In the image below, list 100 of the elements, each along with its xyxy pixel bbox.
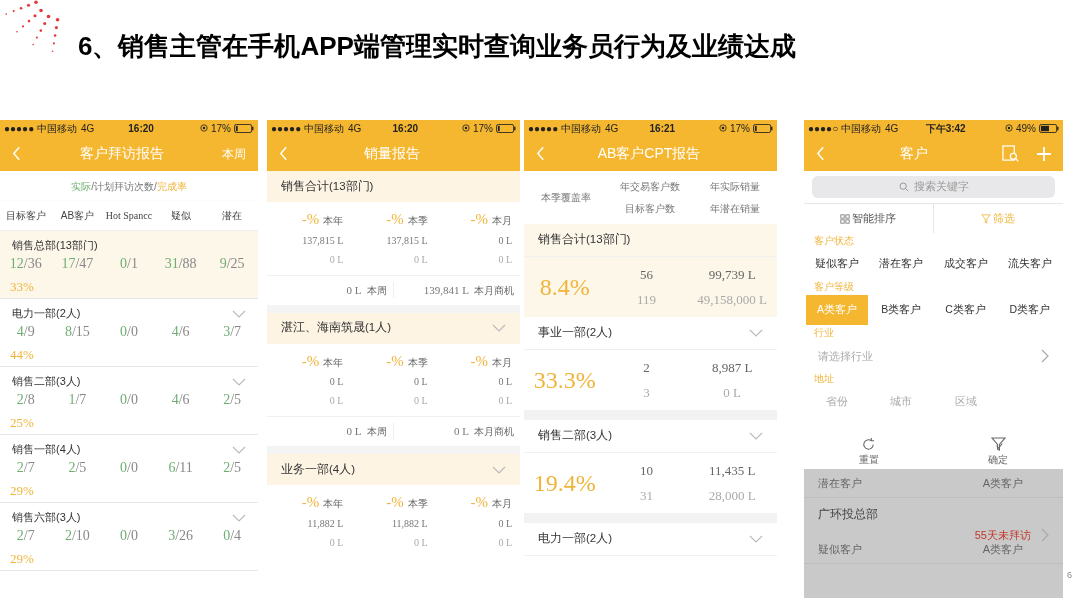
- chevron-right-icon: [1041, 349, 1049, 363]
- period-label: 本月商机: [474, 283, 514, 298]
- column-header: Hot Spancc: [104, 209, 154, 223]
- back-icon[interactable]: [279, 146, 288, 161]
- column-header: 疑似: [169, 209, 192, 223]
- visit-count: 2/10: [63, 527, 91, 545]
- visit-count: 2/5: [222, 391, 243, 409]
- network-label: 4G: [885, 121, 899, 136]
- sales-value: 0 L: [454, 424, 469, 440]
- sort-tab[interactable]: 智能排序: [804, 204, 934, 233]
- completion-rate: 33%: [10, 279, 34, 294]
- visit-count: 1/7: [67, 391, 88, 409]
- section-label: 客户状态: [813, 234, 855, 248]
- battery-icon: [753, 123, 773, 133]
- add-icon[interactable]: [1037, 146, 1051, 161]
- actual-sales: 0 L: [414, 375, 428, 389]
- percent-value: -%: [301, 351, 320, 371]
- sales-value: 99,739 L: [708, 265, 756, 284]
- visit-count: 0/0: [119, 323, 139, 341]
- back-icon[interactable]: [536, 146, 545, 161]
- period-label: 本月: [492, 497, 512, 511]
- chevron-down-icon[interactable]: [749, 535, 763, 543]
- network-label: 4G: [81, 121, 95, 136]
- period-label: 本季: [407, 355, 428, 370]
- sales-value: 49,158,000 L: [697, 291, 767, 309]
- customer-count: 31: [639, 487, 653, 505]
- customer-count: 2: [643, 358, 650, 377]
- actual-sales: 0 L: [498, 233, 512, 248]
- screen-title: 销量报告: [364, 144, 420, 163]
- search-icon: [898, 182, 909, 192]
- battery-percent: 17%: [729, 121, 750, 136]
- percent-value: -%: [386, 493, 404, 512]
- column-header: 年实际销量: [709, 180, 760, 194]
- period-label: 本年: [323, 214, 344, 228]
- page-number: 6: [1067, 568, 1072, 582]
- period-label: 本月商机: [474, 425, 514, 440]
- sales-value: 8,987 L: [711, 358, 753, 377]
- period-label: 本月: [492, 355, 512, 370]
- percent-value: -%: [301, 493, 320, 512]
- clock-time: 16:20: [128, 121, 154, 136]
- back-icon[interactable]: [816, 146, 825, 161]
- visit-count: 9/25: [218, 255, 246, 273]
- rotation-lock-icon: [200, 124, 208, 132]
- carrier-label: ●●●●● 中国移动: [271, 121, 344, 136]
- clock-time: 16:21: [649, 121, 676, 136]
- chevron-down-icon[interactable]: [749, 329, 763, 337]
- sales-value: 0 L: [723, 384, 741, 402]
- column-header: 年交易客户数: [620, 180, 681, 194]
- reset-button[interactable]: 重置: [804, 433, 934, 469]
- department-name: 销售总部(13部门): [12, 238, 98, 254]
- completion-rate: 29%: [10, 483, 34, 498]
- coverage-rate: 19.4%: [532, 469, 597, 498]
- visit-count: 31/88: [163, 255, 198, 273]
- column-header: 目标客户数: [625, 202, 676, 216]
- customer-name: 广环投总部: [818, 506, 879, 523]
- period-label: 本周: [366, 425, 387, 440]
- department-header[interactable]: 销售合计(13部门): [267, 171, 520, 202]
- visit-count: 4/9: [15, 323, 36, 341]
- chevron-down-icon[interactable]: [232, 445, 246, 454]
- period-label: 本季: [407, 497, 428, 511]
- refresh-icon: [861, 437, 877, 452]
- visit-count: 0/0: [119, 459, 139, 477]
- screen-title: AB客户CPT报告: [597, 144, 701, 163]
- document-search-icon[interactable]: [1002, 145, 1019, 162]
- department-row[interactable]: 销售总部(13部门) 12/36 17/47 0/1 31/88 9/25 33%: [0, 231, 258, 299]
- department-header[interactable]: 湛江、海南筑晟(1人): [267, 312, 520, 344]
- customer-level: A类客户: [982, 541, 1023, 557]
- visit-count: 4/6: [170, 323, 191, 341]
- carrier-label: ●●●●○ 中国移动: [808, 121, 881, 136]
- battery-icon: [234, 123, 254, 133]
- rotation-lock-icon: [461, 124, 470, 132]
- chevron-down-icon[interactable]: [232, 309, 246, 318]
- completion-rate: 44%: [10, 347, 34, 362]
- back-icon[interactable]: [12, 146, 21, 161]
- rotation-lock-icon: [718, 124, 727, 132]
- actual-sales: 137,815 L: [302, 233, 344, 248]
- department-header[interactable]: 业务一部(4人): [267, 454, 520, 485]
- actual-sales: 0 L: [498, 375, 512, 389]
- visit-count: 2/5: [67, 459, 88, 477]
- chevron-down-icon[interactable]: [232, 377, 246, 386]
- actual-sales: 0 L: [498, 516, 512, 531]
- department-name: 电力一部(2人): [12, 306, 81, 322]
- customer-count: 10: [639, 461, 653, 480]
- visit-count: 2/8: [15, 391, 36, 409]
- target-sales: 0 L: [329, 394, 344, 408]
- chevron-down-icon[interactable]: [492, 465, 506, 474]
- chevron-down-icon[interactable]: [232, 513, 246, 522]
- actual-sales: 11,882 L: [391, 516, 428, 531]
- column-header: 本季覆盖率: [540, 191, 593, 205]
- target-sales: 0 L: [498, 252, 512, 267]
- department-header[interactable]: 销售合计(13部门): [524, 224, 777, 257]
- confirm-button[interactable]: 确定: [933, 433, 1063, 469]
- sales-value: 0 L: [346, 424, 362, 440]
- chevron-down-icon[interactable]: [492, 324, 506, 332]
- department-name: 销售六部(3人): [12, 510, 81, 526]
- section-label: 地址: [813, 372, 835, 386]
- visit-count: 8/15: [63, 323, 91, 341]
- department-name: 销售一部(4人): [12, 442, 81, 458]
- department-name: 销售二部(3人): [12, 374, 81, 390]
- chevron-down-icon[interactable]: [749, 432, 763, 440]
